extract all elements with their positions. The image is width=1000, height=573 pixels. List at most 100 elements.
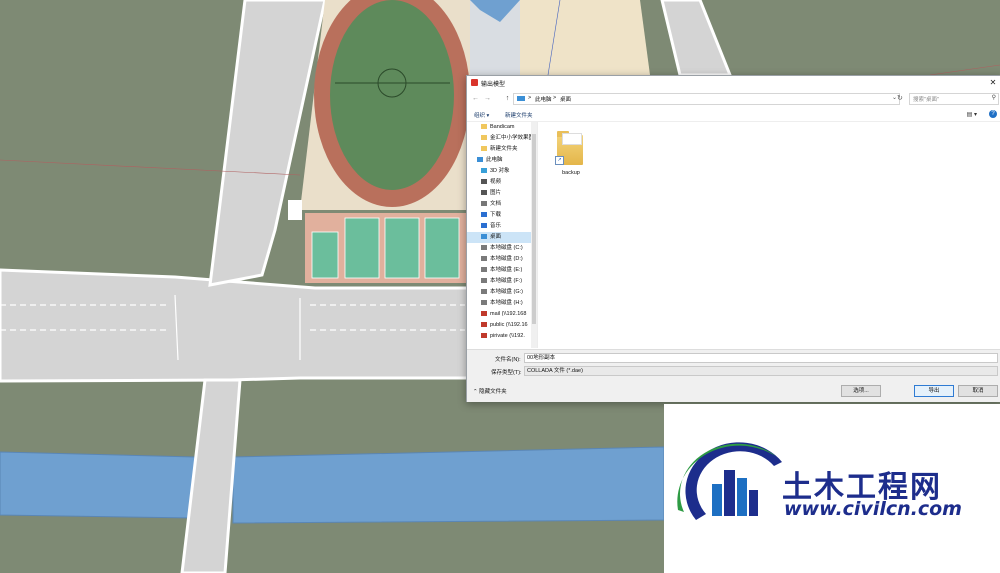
save-panel: 文件名(N): 00地形副本 保存类型(T): COLLADA 文件 (*.da…: [467, 349, 1000, 402]
nav-item-label: 图片: [490, 190, 502, 196]
search-input[interactable]: 搜索"桌面" ⚲: [909, 93, 999, 105]
nav-item-label: 本地磁盘 (E:): [490, 267, 523, 273]
nav-item[interactable]: 音乐: [467, 221, 537, 232]
nav-item-label: 此电脑: [486, 157, 503, 163]
nav-item[interactable]: public (\\192.16: [467, 320, 537, 331]
nav-item[interactable]: 视频: [467, 177, 537, 188]
video-icon: [481, 179, 487, 184]
river: [232, 446, 665, 524]
organize-button[interactable]: 组织 ▾: [474, 111, 489, 119]
nav-item[interactable]: Bandicam: [467, 122, 537, 133]
road-horizontal: [0, 268, 472, 383]
options-button[interactable]: 选项...: [841, 385, 881, 397]
folder-icon: [481, 146, 487, 151]
logo-url: www.civilcn.com: [784, 498, 962, 520]
nav-item-label: 文档: [490, 201, 502, 207]
nav-scrollbar[interactable]: [531, 122, 537, 348]
nav-item-label: mail (\\192.168: [490, 311, 527, 317]
nav-item-label: 本地磁盘 (F:): [490, 278, 523, 284]
cube-icon: [481, 168, 487, 173]
view-options-icon[interactable]: ▤ ▾: [967, 111, 977, 118]
forward-arrow-icon[interactable]: →: [483, 94, 492, 103]
nav-item-label: public (\\192.16: [490, 322, 528, 328]
nav-item[interactable]: 下载: [467, 210, 537, 221]
file-list: ↗ backup: [539, 122, 1000, 348]
hide-folders-toggle[interactable]: ⌃ 隐藏文件夹: [473, 387, 507, 395]
nav-item[interactable]: 本地磁盘 (G:): [467, 287, 537, 298]
filename-input[interactable]: 00地形副本: [524, 353, 998, 363]
drive-icon: [481, 278, 487, 283]
nav-item-label: 本地磁盘 (C:): [490, 245, 523, 251]
address-bar[interactable]: > 此电脑 > 桌面 ⌄: [513, 93, 900, 105]
filetype-select[interactable]: COLLADA 文件 (*.dae): [524, 366, 998, 376]
sketchup-icon: [471, 79, 478, 86]
nav-item-label: 本地磁盘 (G:): [490, 289, 523, 295]
folder-icon: [481, 135, 487, 140]
drive-icon: [481, 267, 487, 272]
nav-item[interactable]: 本地磁盘 (H:): [467, 298, 537, 309]
up-arrow-icon[interactable]: ↑: [503, 94, 512, 103]
back-arrow-icon[interactable]: ←: [471, 94, 480, 103]
nav-item[interactable]: 本地磁盘 (E:): [467, 265, 537, 276]
dialog-titlebar: 输出模型 ✕: [467, 76, 1000, 90]
nav-item[interactable]: 本地磁盘 (D:): [467, 254, 537, 265]
watermark-logo: 土木工程网 www.civilcn.com: [664, 404, 1000, 573]
navigation-pane: Bandicam 金汇中小学效果图 新建文件夹此电脑 3D 对象视频图片文档下载音乐桌…: [467, 122, 538, 348]
network-drive-icon: [481, 322, 487, 327]
filename-label: 文件名(N):: [495, 357, 521, 363]
picture-icon: [481, 190, 487, 195]
shortcut-arrow-icon: ↗: [555, 156, 564, 165]
export-button[interactable]: 导出: [914, 385, 954, 397]
nav-item[interactable]: 此电脑: [467, 155, 537, 166]
nav-item-label: 新建文件夹: [490, 146, 518, 152]
desktop-icon: [481, 234, 487, 239]
nav-item-label: 3D 对象: [490, 168, 510, 174]
nav-item[interactable]: 3D 对象: [467, 166, 537, 177]
scrollbar-thumb[interactable]: [532, 134, 536, 324]
pc-icon: [477, 157, 483, 162]
nav-item[interactable]: pirivate (\\192.: [467, 331, 537, 342]
address-row: ← → ↑ > 此电脑 > 桌面 ⌄ ↻ 搜索"桌面" ⚲: [467, 91, 1000, 106]
help-icon[interactable]: ?: [989, 110, 997, 118]
nav-item[interactable]: 本地磁盘 (C:): [467, 243, 537, 254]
nav-item[interactable]: 文档: [467, 199, 537, 210]
drive-icon: [481, 256, 487, 261]
breadcrumb-this-pc[interactable]: 此电脑: [535, 95, 552, 103]
logo-mark: [677, 442, 782, 520]
file-name: backup: [562, 170, 580, 176]
nav-item-label: 下载: [490, 212, 502, 218]
toolbar: 组织 ▾ 新建文件夹 ▤ ▾ ?: [467, 108, 1000, 122]
export-dialog: 输出模型 ✕ ← → ↑ > 此电脑 > 桌面 ⌄ ↻ 搜索"桌面" ⚲ 组织 …: [466, 75, 1000, 402]
nav-item[interactable]: 金汇中小学效果图: [467, 133, 537, 144]
nav-item-label: 本地磁盘 (D:): [490, 256, 523, 262]
nav-item-label: pirivate (\\192.: [490, 333, 525, 339]
folder-paper: [562, 133, 582, 145]
search-icon: ⚲: [991, 95, 996, 101]
nav-item[interactable]: 桌面: [467, 232, 537, 243]
nav-item[interactable]: mail (\\192.168: [467, 309, 537, 320]
nav-item[interactable]: 图片: [467, 188, 537, 199]
drive-icon: [481, 300, 487, 305]
file-item-backup[interactable]: ↗ backup: [555, 128, 587, 176]
crumb-separator: >: [553, 95, 557, 101]
nav-item[interactable]: 本地磁盘 (F:): [467, 276, 537, 287]
music-icon: [481, 223, 487, 228]
building: [288, 200, 302, 220]
drive-icon: [481, 289, 487, 294]
nav-item-label: 音乐: [490, 223, 502, 229]
football-pitch: [330, 0, 454, 190]
folder-icon: [481, 124, 487, 129]
drive-c-icon: [481, 245, 487, 250]
document-icon: [481, 201, 487, 206]
breadcrumb-desktop[interactable]: 桌面: [560, 95, 571, 103]
nav-item[interactable]: 新建文件夹: [467, 144, 537, 155]
new-folder-button[interactable]: 新建文件夹: [505, 111, 533, 119]
filetype-label: 保存类型(T):: [491, 370, 522, 376]
close-icon[interactable]: ✕: [987, 77, 999, 89]
nav-item-label: 金汇中小学效果图: [490, 135, 535, 141]
crumb-separator: >: [528, 95, 532, 101]
refresh-icon[interactable]: ↻: [897, 94, 903, 102]
cancel-button[interactable]: 取消: [958, 385, 998, 397]
nav-item-label: 桌面: [490, 234, 502, 240]
nav-item-label: 本地磁盘 (H:): [490, 300, 523, 306]
